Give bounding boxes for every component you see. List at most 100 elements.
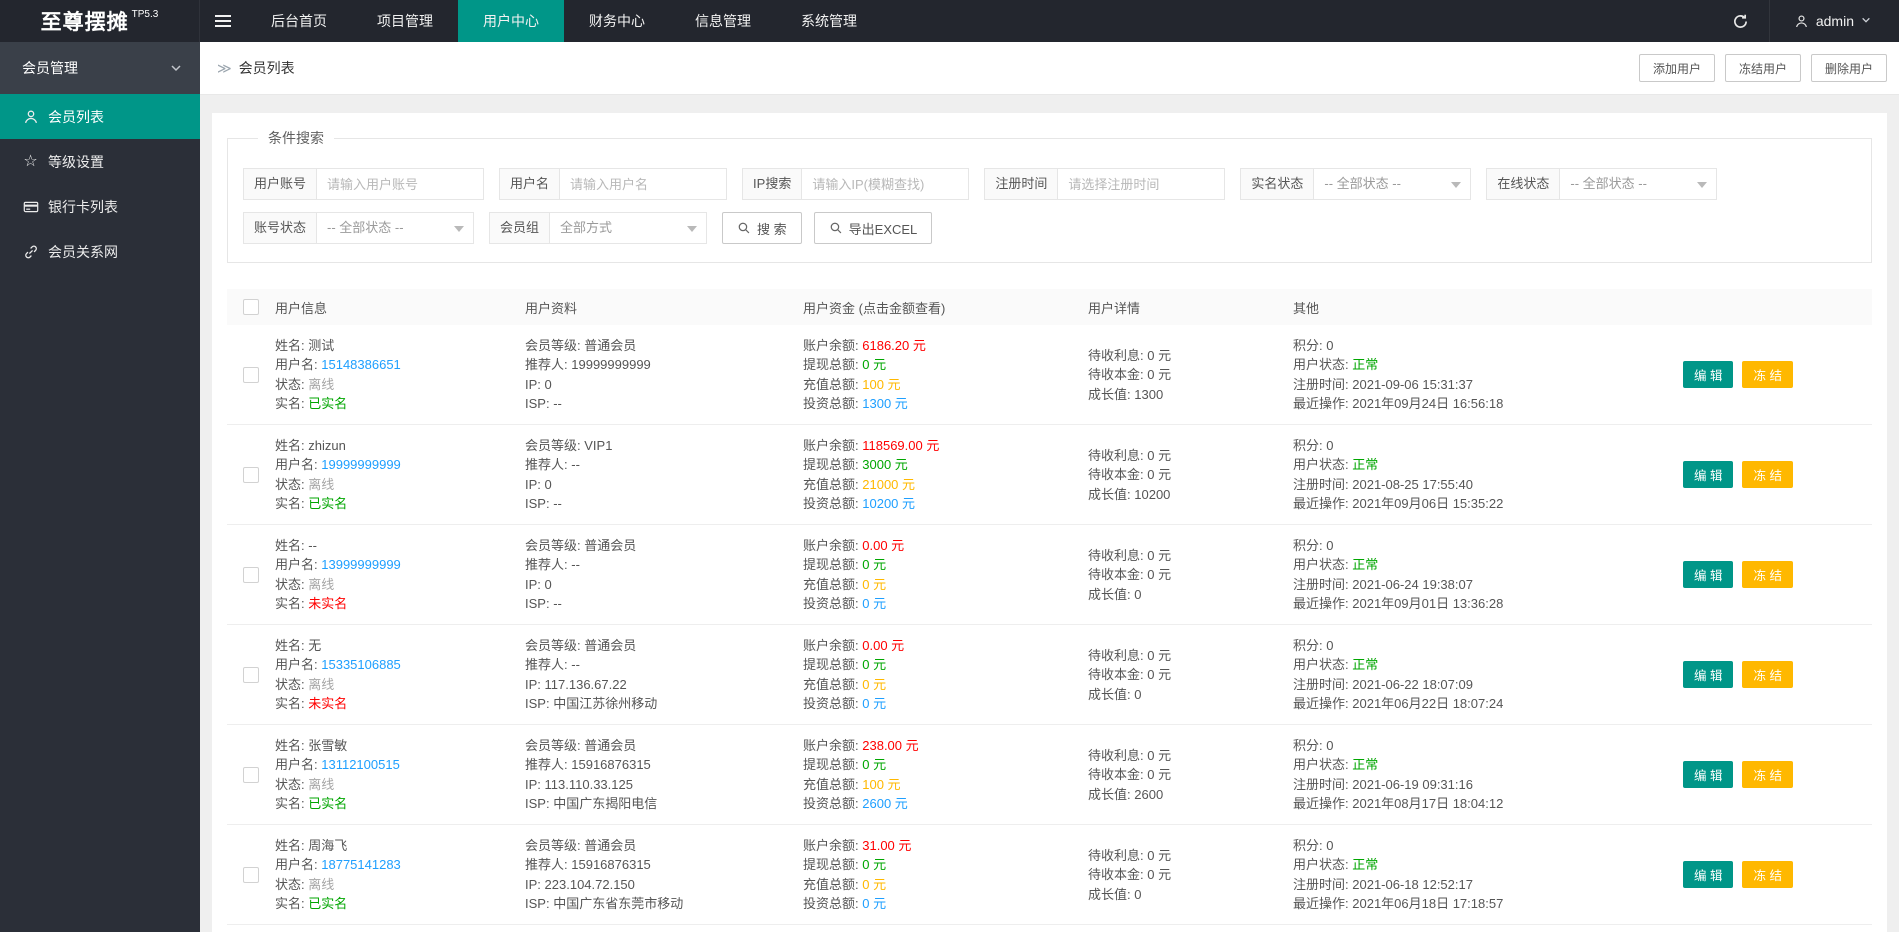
row-checkbox[interactable] (243, 866, 259, 883)
invest-total[interactable]: 0 元 (862, 896, 886, 911)
recharge-total[interactable]: 0 元 (862, 577, 886, 592)
freeze-button[interactable]: 冻 结 (1742, 761, 1793, 788)
select-all-checkbox[interactable] (243, 299, 259, 315)
top-menu-item[interactable]: 后台首页 (246, 0, 352, 42)
withdraw-total[interactable]: 0 元 (862, 357, 886, 372)
withdraw-total[interactable]: 0 元 (862, 557, 886, 572)
page-action-button[interactable]: 删除用户 (1810, 54, 1887, 82)
search-input[interactable] (801, 168, 970, 200)
online-status: 离线 (308, 776, 335, 792)
topbar: 至尊摆摊 TP5.3 后台首页 项目管理 用户中心 财务中心 信息管理 系统管理 (0, 0, 1899, 42)
recharge-total[interactable]: 100 元 (862, 777, 900, 792)
user-funds-cell: 账户余额: 0.00 元 提现总额: 0 元 充值总额: 0 元 投资总额: 0… (803, 537, 905, 612)
caret-down-icon (687, 226, 698, 232)
refresh-button[interactable] (1713, 0, 1769, 42)
realname-status: 已实名 (308, 896, 348, 912)
row-checkbox[interactable] (243, 566, 259, 583)
filter-select[interactable]: -- 全部状态 -- (1313, 168, 1472, 200)
filter-select[interactable]: -- 全部状态 -- (1559, 168, 1718, 200)
isp: -- (553, 396, 562, 412)
balance-amount[interactable]: 118569.00 元 (862, 438, 939, 453)
search-action-button[interactable]: 搜 索 (722, 212, 802, 244)
row-actions-cell: 编 辑 冻 结 (1643, 661, 1872, 688)
top-menu-item[interactable]: 信息管理 (670, 0, 776, 42)
top-menu-item[interactable]: 用户中心 (458, 0, 564, 42)
table-row: 姓名: 张雪敏 用户名: 13112100515 状态: 离线 实名: 已实名 (227, 725, 1872, 825)
sidebar-group-member-management[interactable]: 会员管理 (0, 42, 200, 94)
page-action-button[interactable]: 冻结用户 (1724, 54, 1801, 82)
username-link[interactable]: 18775141283 (321, 857, 401, 872)
withdraw-total[interactable]: 0 元 (862, 857, 886, 872)
row-checkbox[interactable] (243, 466, 259, 483)
filter-select-value: -- 全部状态 -- (1324, 176, 1401, 191)
last-operation-time: 2021年09月01日 13:36:28 (1352, 596, 1504, 612)
username-link[interactable]: 13112100515 (321, 757, 400, 772)
row-checkbox[interactable] (243, 766, 259, 783)
sidebar-item[interactable]: 银行卡列表 (0, 184, 200, 229)
username-link[interactable]: 13999999999 (321, 557, 401, 572)
filter-select[interactable]: -- 全部状态 -- (316, 212, 475, 244)
balance-amount[interactable]: 6186.20 元 (862, 338, 926, 353)
account-status: 正常 (1352, 457, 1379, 473)
recharge-total[interactable]: 100 元 (862, 377, 900, 392)
app-logo: 至尊摆摊 TP5.3 (0, 0, 200, 42)
username-link[interactable]: 15335106885 (321, 657, 401, 672)
freeze-button[interactable]: 冻 结 (1742, 361, 1793, 388)
growth-value: 1300 (1134, 386, 1164, 402)
other-cell: 积分: 0 用户状态: 正常 注册时间: 2021-06-19 09:31:16… (1293, 737, 1504, 812)
other-cell: 积分: 0 用户状态: 正常 注册时间: 2021-06-22 18:07:09… (1293, 637, 1504, 712)
filter-select[interactable]: 全部方式 (549, 212, 708, 244)
row-checkbox[interactable] (243, 366, 259, 383)
freeze-button[interactable]: 冻 结 (1742, 561, 1793, 588)
withdraw-total[interactable]: 0 元 (862, 657, 886, 672)
account-status: 正常 (1352, 757, 1379, 773)
recharge-total[interactable]: 0 元 (862, 677, 886, 692)
row-checkbox[interactable] (243, 666, 259, 683)
edit-button[interactable]: 编 辑 (1683, 861, 1734, 888)
invest-total[interactable]: 10200 元 (862, 496, 915, 511)
withdraw-total[interactable]: 3000 元 (862, 457, 908, 472)
freeze-button[interactable]: 冻 结 (1742, 861, 1793, 888)
top-menu-item[interactable]: 系统管理 (776, 0, 882, 42)
invest-total[interactable]: 1300 元 (862, 396, 908, 411)
sidebar-item[interactable]: ☆ 等级设置 (0, 139, 200, 184)
search-input[interactable] (1057, 168, 1226, 200)
search-input[interactable] (316, 168, 485, 200)
recharge-total[interactable]: 0 元 (862, 877, 886, 892)
points: 0 (1326, 437, 1334, 453)
freeze-button[interactable]: 冻 结 (1742, 661, 1793, 688)
user-info-cell: 姓名: 测试 用户名: 15148386651 状态: 离线 实名: 已实名 (275, 337, 401, 412)
user-name: 无 (308, 637, 322, 653)
edit-button[interactable]: 编 辑 (1683, 761, 1734, 788)
invest-total[interactable]: 0 元 (862, 696, 886, 711)
withdraw-total[interactable]: 0 元 (862, 757, 886, 772)
page-action-button[interactable]: 添加用户 (1638, 54, 1715, 82)
invest-total[interactable]: 2600 元 (862, 796, 908, 811)
edit-button[interactable]: 编 辑 (1683, 661, 1734, 688)
username-link[interactable]: 19999999999 (321, 457, 401, 472)
freeze-button[interactable]: 冻 结 (1742, 461, 1793, 488)
search-action-button[interactable]: 导出EXCEL (813, 212, 933, 244)
username-link[interactable]: 15148386651 (321, 357, 401, 372)
top-menu-item[interactable]: 项目管理 (352, 0, 458, 42)
sidebar-item[interactable]: 会员列表 (0, 94, 200, 139)
balance-amount[interactable]: 31.00 元 (862, 838, 911, 853)
edit-button[interactable]: 编 辑 (1683, 561, 1734, 588)
other-cell: 积分: 0 用户状态: 正常 注册时间: 2021-06-18 12:52:17… (1293, 837, 1504, 912)
user-detail-cell: 待收利息: 0 元 待收本金: 0 元 成长值: 0 (1088, 847, 1172, 902)
invest-total[interactable]: 0 元 (862, 596, 886, 611)
balance-amount[interactable]: 0.00 元 (862, 638, 904, 653)
edit-button[interactable]: 编 辑 (1683, 461, 1734, 488)
search-input[interactable] (559, 168, 728, 200)
admin-menu[interactable]: admin (1768, 0, 1899, 42)
balance-amount[interactable]: 0.00 元 (862, 538, 904, 553)
isp: -- (553, 596, 562, 612)
edit-button[interactable]: 编 辑 (1683, 361, 1734, 388)
balance-amount[interactable]: 238.00 元 (862, 738, 918, 753)
hamburger-menu-icon[interactable] (200, 0, 246, 42)
top-menu: 后台首页 项目管理 用户中心 财务中心 信息管理 系统管理 (246, 0, 882, 42)
register-time: 2021-06-18 12:52:17 (1352, 876, 1473, 892)
recharge-total[interactable]: 21000 元 (862, 477, 915, 492)
top-menu-item[interactable]: 财务中心 (564, 0, 670, 42)
sidebar-item[interactable]: 会员关系网 (0, 229, 200, 274)
